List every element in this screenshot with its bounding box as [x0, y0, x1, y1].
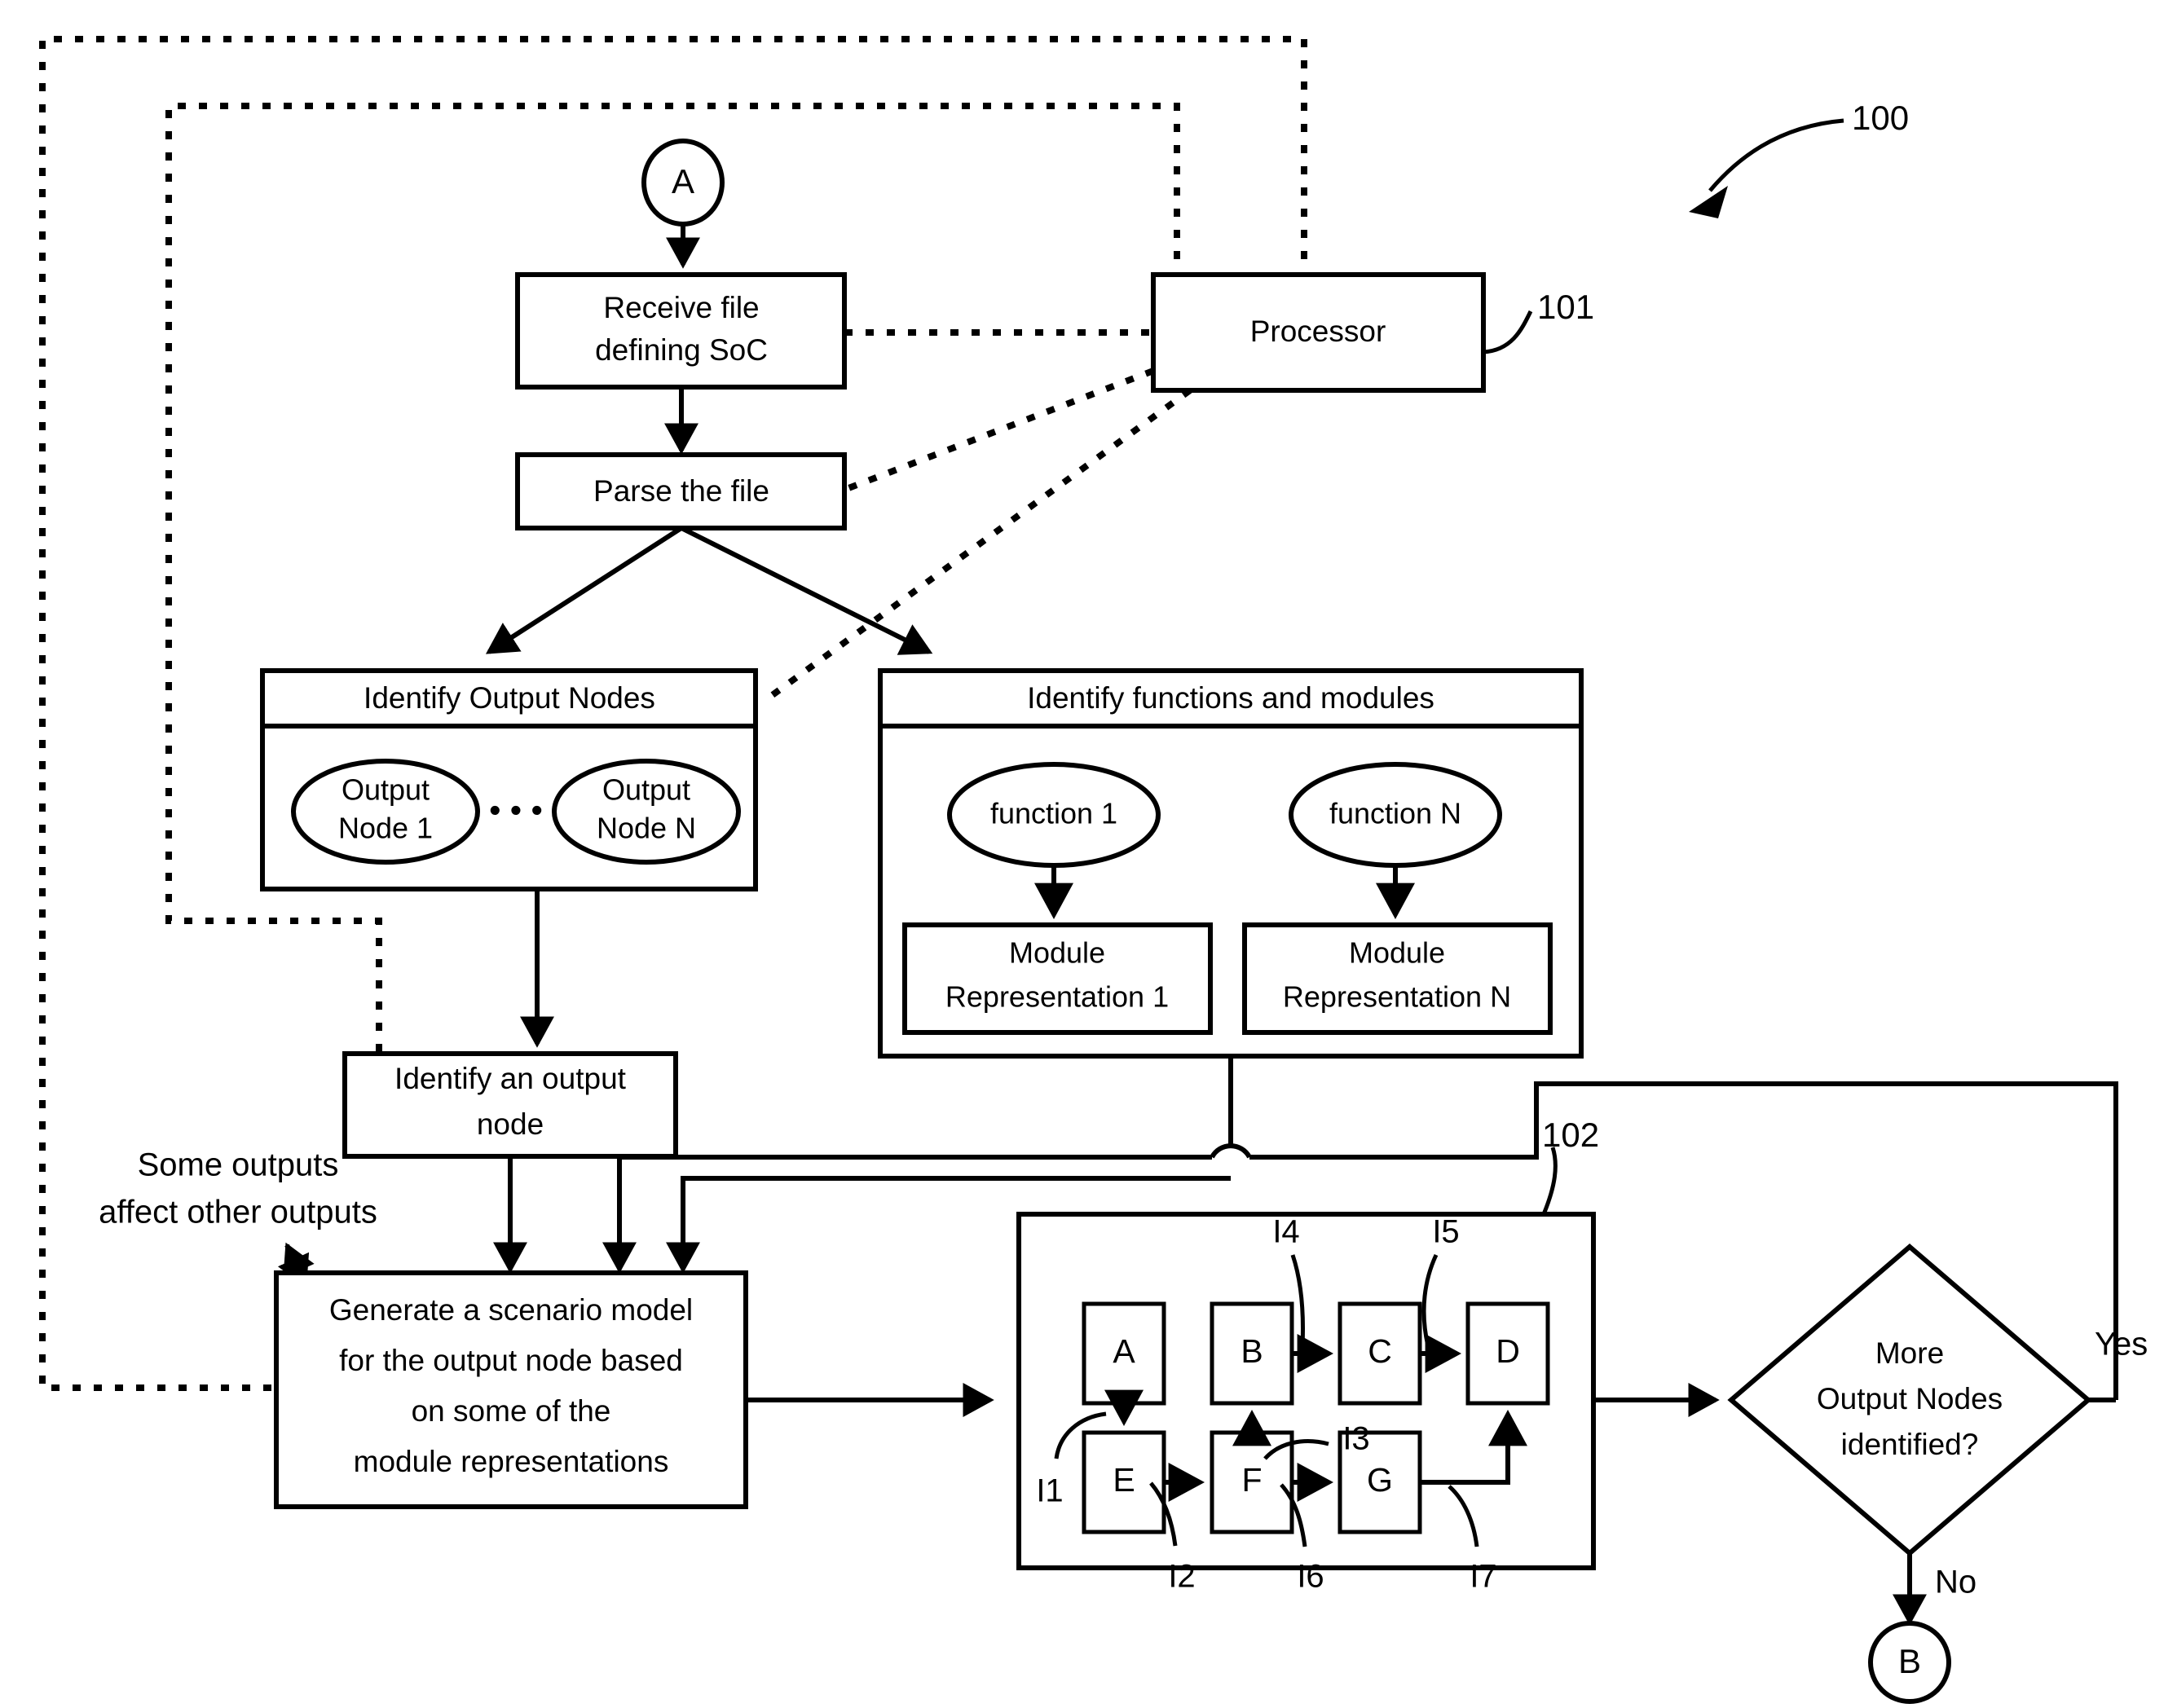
- box-receive-file: Receive file defining SoC: [515, 272, 847, 390]
- output-node-1-line2: Node 1: [338, 812, 433, 845]
- leader-101: [1483, 310, 1533, 354]
- some-outputs-line1: Some outputs: [138, 1147, 339, 1183]
- generate-scenario-line2: for the output node based: [339, 1344, 683, 1377]
- box-identify-an-output-node: Identify an output node: [342, 1051, 678, 1159]
- graph-node-d-label: D: [1496, 1332, 1520, 1370]
- decision-line2: Output Nodes: [1817, 1382, 2003, 1415]
- generate-scenario-line3: on some of the: [412, 1394, 611, 1428]
- figure-canvas: A Receive file defining SoC Parse the fi…: [0, 0, 2177, 1708]
- graph-input-i3-label: I3: [1342, 1421, 1369, 1457]
- decision-no-label: No: [1935, 1565, 1976, 1600]
- connector-start-a: A: [641, 139, 725, 227]
- graph-input-i1-label: I1: [1036, 1473, 1063, 1509]
- leader-102: [1541, 1147, 1558, 1215]
- parse-file-label: Parse the file: [593, 474, 769, 508]
- ref-102: 102: [1542, 1116, 1599, 1154]
- arrow-parse-to-output-nodes: [485, 526, 683, 654]
- module-rep-n-line1: Module: [1349, 936, 1445, 970]
- box-scenario-graph: 102 A B C D E F G I1 I2 I3 I4 I5 I6 I7: [1016, 1116, 1599, 1595]
- arrow-parse-to-functions: [680, 526, 933, 655]
- graph-node-a-label: A: [1113, 1332, 1135, 1370]
- processor-label: Processor: [1250, 315, 1386, 348]
- box-processor: Processor: [1151, 272, 1486, 393]
- decision-more-output-nodes: More Output Nodes identified?: [1727, 1244, 2092, 1556]
- processor-parse-dotted-link: [843, 368, 1155, 493]
- identify-an-output-node-line2: node: [477, 1107, 544, 1141]
- flowchart-diagram: A Receive file defining SoC Parse the fi…: [39, 36, 2148, 1704]
- function-n-label: function N: [1329, 797, 1461, 830]
- ref-100: 100: [1852, 99, 1909, 137]
- output-nodes-ellipsis: • • •: [489, 791, 543, 829]
- graph-node-g-label: G: [1367, 1461, 1393, 1499]
- receive-file-line2: defining SoC: [595, 333, 768, 367]
- graph-node-b-label: B: [1241, 1332, 1263, 1370]
- decision-line1: More: [1875, 1336, 1944, 1370]
- module-rep-1-line1: Module: [1009, 936, 1105, 970]
- output-node-n-line1: Output: [602, 773, 690, 807]
- graph-node-e-label: E: [1113, 1461, 1135, 1499]
- identify-an-output-node-line1: Identify an output: [394, 1062, 627, 1095]
- generate-scenario-line4: module representations: [354, 1445, 669, 1478]
- graph-node-f-label: F: [1241, 1461, 1262, 1499]
- generate-scenario-line1: Generate a scenario model: [329, 1293, 693, 1327]
- connector-b-label: B: [1898, 1642, 1921, 1680]
- decision-line3: identified?: [1841, 1428, 1979, 1461]
- identify-functions-title: Identify functions and modules: [1027, 681, 1434, 715]
- annotation-some-outputs: Some outputs affect other outputs: [99, 1147, 377, 1230]
- connector-a-label: A: [672, 162, 694, 200]
- box-parse-file: Parse the file: [515, 452, 847, 530]
- box-identify-output-nodes: Identify Output Nodes Output Node 1 Outp…: [260, 668, 758, 891]
- connector-end-b: B: [1868, 1621, 1951, 1704]
- receive-file-line1: Receive file: [603, 291, 759, 324]
- identify-output-nodes-title: Identify Output Nodes: [364, 681, 655, 715]
- output-node-n-line2: Node N: [597, 812, 696, 845]
- output-node-1-line1: Output: [342, 773, 430, 807]
- graph-node-c-label: C: [1368, 1332, 1392, 1370]
- graph-input-i4-label: I4: [1272, 1214, 1299, 1250]
- leader-100-arrowhead: [1689, 186, 1728, 218]
- box-identify-functions-modules: Identify functions and modules function …: [878, 668, 1584, 1059]
- graph-input-i2-label: I2: [1168, 1559, 1195, 1595]
- graph-input-i5-label: I5: [1432, 1214, 1459, 1250]
- leader-100: [1708, 118, 1844, 192]
- module-rep-n-line2: Representation N: [1283, 980, 1511, 1014]
- some-outputs-line2: affect other outputs: [99, 1195, 377, 1230]
- ref-101: 101: [1537, 288, 1594, 326]
- box-generate-scenario-model: Generate a scenario model for the output…: [274, 1270, 748, 1509]
- graph-input-i6-label: I6: [1297, 1559, 1324, 1595]
- decision-yes-label: Yes: [2095, 1327, 2148, 1362]
- graph-input-i7-label: I7: [1470, 1559, 1496, 1595]
- processor-output-nodes-dotted-link: [762, 387, 1192, 704]
- module-rep-1-line2: Representation 1: [945, 980, 1169, 1014]
- function-1-label: function 1: [990, 797, 1117, 830]
